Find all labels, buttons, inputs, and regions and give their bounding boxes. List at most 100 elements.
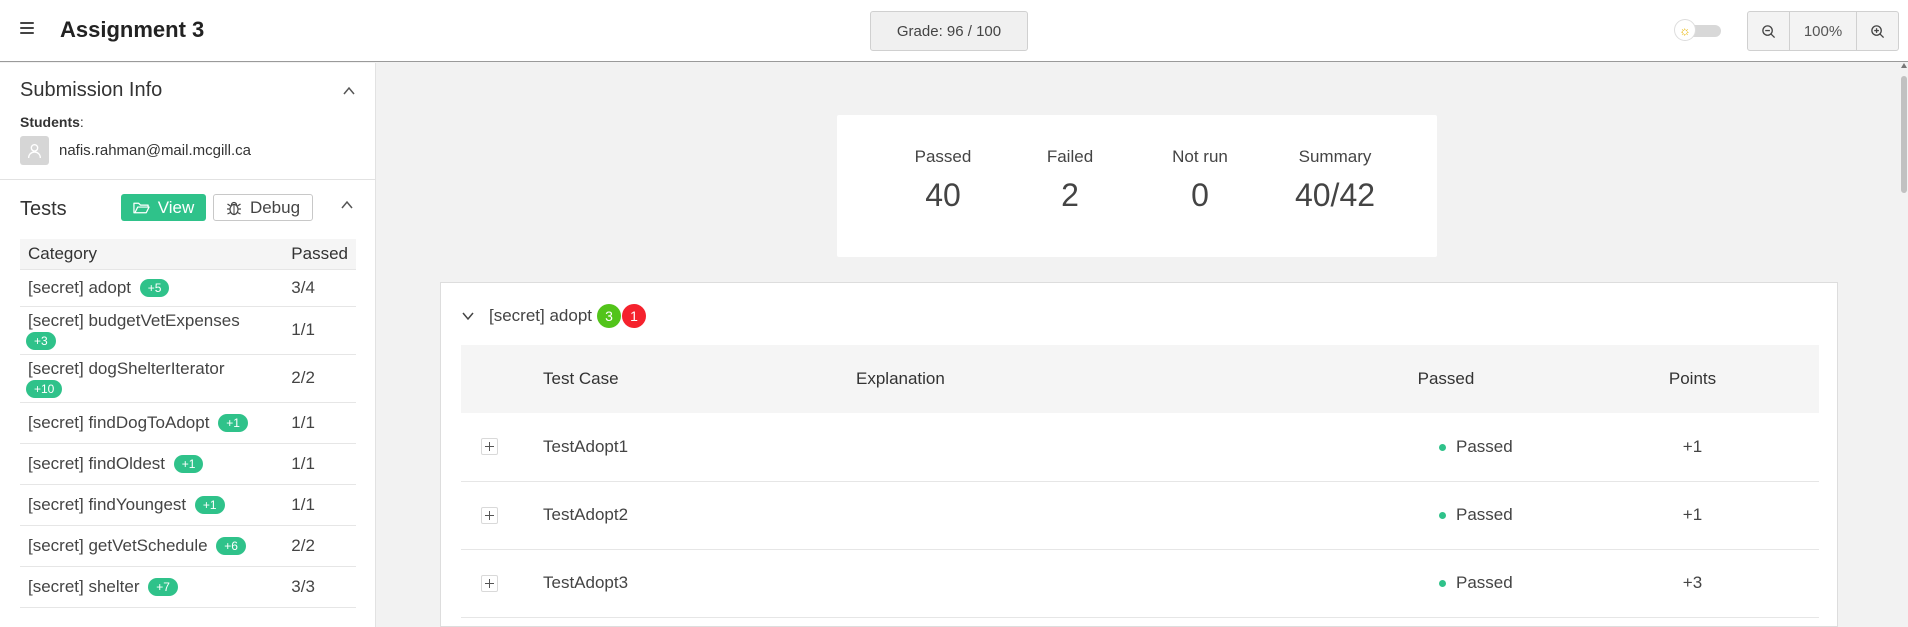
- category-name: [secret] dogShelterIterator: [28, 359, 225, 378]
- stat-value: 40/42: [1294, 177, 1376, 213]
- plus-icon: [485, 578, 494, 588]
- category-name: [secret] budgetVetExpenses: [28, 311, 240, 330]
- points-badge: +1: [173, 455, 204, 474]
- page-title: Assignment 3: [60, 17, 205, 42]
- zoom-out-icon: [1762, 24, 1776, 38]
- test-group-card: [secret] adopt 3 1 Test Case Explanation…: [440, 282, 1838, 627]
- passed-count: 2/2: [283, 525, 356, 567]
- chevron-up-icon[interactable]: [342, 84, 356, 98]
- test-case-table: Test Case Explanation Passed Points Test…: [461, 345, 1819, 618]
- table-row[interactable]: [secret] getVetSchedule +6 2/2: [20, 525, 356, 567]
- plus-icon: [485, 510, 494, 520]
- passed-count: 1/1: [283, 306, 356, 355]
- table-row[interactable]: [secret] budgetVetExpenses +3 1/1: [20, 306, 356, 355]
- table-row[interactable]: [secret] dogShelterIterator +10 2/2: [20, 354, 356, 403]
- passed-count: 3/3: [283, 566, 356, 608]
- submission-info-header: Submission Info: [20, 79, 356, 102]
- test-group-name: [secret] adopt: [489, 306, 593, 325]
- stat-value: 0: [1191, 177, 1209, 213]
- points-badge: +5: [139, 279, 170, 298]
- debug-button[interactable]: Debug: [213, 194, 313, 221]
- students-label: Students:: [20, 114, 84, 130]
- expand-row-button[interactable]: [481, 574, 498, 592]
- status-text: Passed: [1456, 505, 1513, 524]
- test-group-header[interactable]: [secret] adopt 3 1: [461, 301, 647, 331]
- table-row[interactable]: [secret] adopt +5 3/4: [20, 269, 356, 307]
- table-row[interactable]: [secret] findOldest +1 1/1: [20, 443, 356, 485]
- table-row[interactable]: [secret] shelter +7 3/3: [20, 566, 356, 608]
- summary-card: Passed 40 Failed 2 Not run 0 Summary 40/…: [837, 115, 1437, 257]
- view-label: View: [157, 197, 195, 217]
- zoom-controls: 100%: [1747, 11, 1899, 51]
- chevron-down-icon[interactable]: [461, 309, 475, 323]
- points-badge: +6: [216, 537, 246, 556]
- category-name: [secret] shelter: [28, 576, 140, 596]
- test-case-name: TestAdopt3: [543, 549, 856, 618]
- table-row[interactable]: [secret] findDogToAdopt +1 1/1: [20, 402, 356, 444]
- user-icon: [20, 136, 49, 165]
- passed-count: 1/1: [283, 402, 356, 444]
- zoom-out-button[interactable]: [1748, 12, 1789, 50]
- tests-table: Category Passed [secret] adopt +5 3/4 [s…: [20, 239, 356, 608]
- test-case-name: TestAdopt2: [543, 481, 856, 550]
- points-badge: +10: [26, 379, 63, 398]
- points-badge: +1: [218, 414, 248, 433]
- stat-failed: Failed 2: [1030, 147, 1110, 214]
- top-bar: Assignment 3 Grade: 96 / 100 ☼ 100%: [0, 0, 1908, 62]
- chevron-up-icon[interactable]: [340, 198, 354, 212]
- category-name: [secret] adopt: [28, 277, 132, 297]
- stat-label: Not run: [1172, 147, 1228, 166]
- category-name: [secret] findOldest: [28, 453, 166, 473]
- status-dot: [1439, 443, 1446, 451]
- points-column-header: Points: [1566, 345, 1819, 413]
- table-row[interactable]: [secret] findYoungest +1 1/1: [20, 484, 356, 526]
- category-name: [secret] getVetSchedule: [28, 535, 208, 555]
- status-text: Passed: [1456, 573, 1513, 592]
- table-row: TestAdopt1 Passed +1: [461, 413, 1819, 482]
- expand-row-button[interactable]: [481, 438, 498, 456]
- sun-icon: ☼: [1675, 20, 1695, 40]
- submission-info-title: Submission Info: [20, 79, 163, 101]
- points-badge: +7: [148, 578, 178, 597]
- passed-column-header: Passed: [1326, 345, 1566, 413]
- tests-title: Tests: [20, 198, 67, 220]
- zoom-in-button[interactable]: [1857, 12, 1898, 50]
- hamburger-icon[interactable]: [20, 22, 34, 34]
- passed-count-badge: 3: [597, 304, 622, 328]
- table-row: TestAdopt2 Passed +1: [461, 481, 1819, 550]
- stat-summary: Summary 40/42: [1290, 147, 1380, 214]
- grade-display: Grade: 96 / 100: [870, 11, 1028, 51]
- points-value: +1: [1566, 481, 1819, 550]
- zoom-level: 100%: [1789, 12, 1857, 50]
- scroll-up-arrow[interactable]: [1901, 63, 1907, 68]
- expand-row-button[interactable]: [481, 506, 498, 524]
- student-row: nafis.rahman@mail.mcgill.ca: [20, 136, 251, 165]
- test-case-column-header: Test Case: [543, 345, 856, 413]
- category-column-header: Category: [20, 239, 284, 270]
- stat-value: 2: [1061, 177, 1079, 213]
- stat-value: 40: [925, 177, 961, 213]
- test-case-name: TestAdopt1: [543, 413, 856, 482]
- test-case-explanation: [856, 481, 1326, 550]
- test-case-explanation: [856, 549, 1326, 618]
- points-value: +3: [1566, 549, 1819, 618]
- passed-count: 1/1: [283, 443, 356, 485]
- explanation-column-header: Explanation: [856, 345, 1326, 413]
- scroll-thumb[interactable]: [1901, 76, 1907, 193]
- passed-count: 1/1: [283, 484, 356, 526]
- passed-column-header: Passed: [283, 239, 356, 270]
- stat-label: Passed: [914, 147, 972, 166]
- table-row: TestAdopt3 Passed +3: [461, 549, 1819, 618]
- theme-toggle[interactable]: ☼: [1675, 20, 1723, 40]
- debug-label: Debug: [249, 197, 301, 217]
- page-scrollbar[interactable]: [1900, 63, 1908, 627]
- plus-icon: [485, 442, 494, 452]
- category-name: [secret] findYoungest: [28, 494, 187, 514]
- folder-open-icon: [133, 202, 150, 213]
- zoom-in-icon: [1871, 24, 1885, 38]
- stat-label: Failed: [1046, 147, 1094, 166]
- test-case-table-header: Test Case Explanation Passed Points: [461, 345, 1819, 413]
- failed-count-badge: 1: [622, 304, 647, 328]
- view-button[interactable]: View: [121, 194, 206, 221]
- tests-table-header: Category Passed: [20, 239, 356, 270]
